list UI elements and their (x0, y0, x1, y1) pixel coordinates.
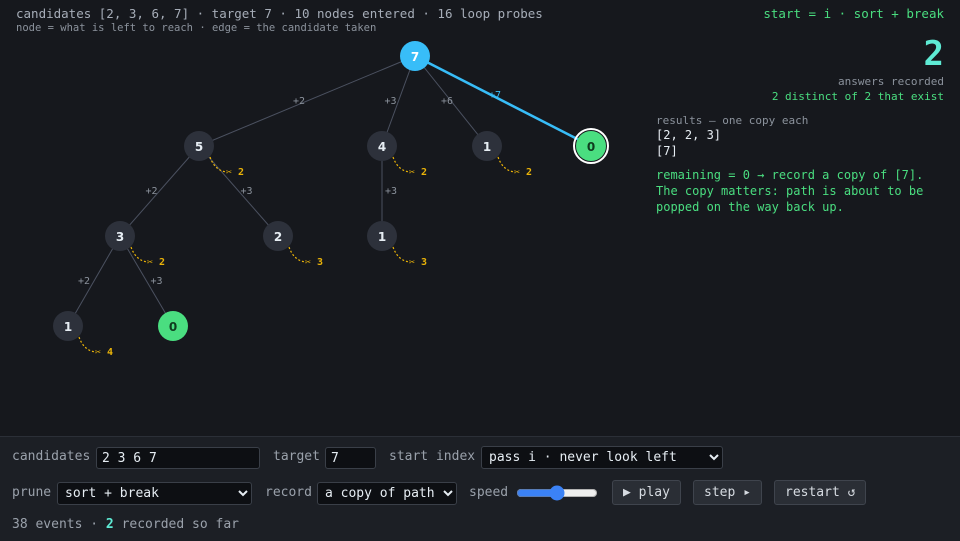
recorded-suffix: recorded so far (113, 517, 239, 532)
step-button[interactable]: step ▸ (693, 480, 762, 505)
tree-edge (119, 235, 174, 327)
tree-node: 7 (400, 41, 430, 71)
candidates-label: candidates (12, 449, 91, 464)
edge-label: +2 (78, 276, 90, 287)
prune-label: ✂ 3 (409, 257, 427, 268)
prune-select[interactable]: sort + break (57, 482, 252, 505)
node-label: 3 (116, 230, 124, 244)
event-footer: 38 events · 2 recorded so far (12, 517, 239, 532)
prune-marker (78, 336, 97, 353)
prune-label: ✂ 4 (95, 347, 113, 358)
node-label: 1 (378, 230, 386, 244)
prune-label: prune (12, 485, 52, 500)
prune-label: ✂ 2 (147, 257, 165, 268)
start-index-label: start index (389, 449, 476, 464)
control-bar: candidates target start index pass i · n… (0, 436, 960, 541)
edge-label: +3 (385, 186, 397, 197)
events-count: 38 events · (12, 517, 106, 532)
distinct-summary: 2 distinct of 2 that exist (771, 90, 944, 103)
edge-label: +2 (145, 186, 157, 197)
prune-label: ✂ 2 (409, 167, 427, 178)
node-label: 1 (64, 320, 72, 334)
edge-label: +3 (150, 276, 162, 287)
prune-label: ✂ 3 (305, 257, 323, 268)
answer-count: 2 (923, 34, 944, 74)
answer-count-label: answers recorded (838, 75, 944, 88)
edge-label: +7 (489, 90, 501, 101)
target-input[interactable] (325, 447, 376, 469)
recorded-count: 2 (105, 517, 114, 532)
prune-marker (392, 156, 411, 173)
tree-node: 1 (53, 311, 83, 341)
tree-node: 5 (184, 131, 214, 161)
tree-edge (198, 145, 279, 237)
tree-node: 1 (367, 221, 397, 251)
node-label: 0 (587, 140, 595, 154)
node-label: 5 (195, 140, 203, 154)
edge-label: +3 (240, 186, 252, 197)
tree-edge (67, 235, 121, 327)
target-label: target (273, 449, 320, 464)
step-note: remaining = 0 → record a copy of [7]. Th… (656, 168, 924, 214)
prune-marker (288, 246, 307, 263)
mode-indicator: start = i · sort + break (763, 6, 944, 21)
node-label: 2 (274, 230, 282, 244)
tree-node: 0 (158, 311, 188, 341)
result-item: [7] (656, 144, 678, 158)
prune-label: ✂ 2 (226, 167, 244, 178)
node-label: 1 (483, 140, 491, 154)
prune-marker (209, 156, 228, 173)
prune-marker (392, 246, 411, 263)
node-label: 0 (169, 320, 177, 334)
edge-label: +6 (441, 96, 453, 107)
result-item: [2, 2, 3] (656, 128, 722, 142)
results-title: results — one copy each (656, 114, 809, 127)
restart-button[interactable]: restart ↺ (774, 480, 867, 505)
recursion-tree: +2 +3 +6 +7 +2 +3 +3 +2 +3 ✂ 2 ✂ 2 ✂ 2 ✂ 2 ✂ 3 ✂ 3 ✂ 4 7… (53, 41, 609, 358)
speed-label: speed (469, 485, 509, 500)
tree-node: 1 (472, 131, 502, 161)
tree-node: 0 (573, 128, 609, 164)
node-label: 7 (411, 50, 419, 64)
edge-label: +3 (384, 96, 396, 107)
start-index-select[interactable]: pass i · never look left (481, 446, 723, 469)
record-label: record (265, 485, 312, 500)
record-select[interactable]: a copy of path (317, 482, 457, 505)
speed-slider[interactable] (516, 486, 598, 500)
play-button[interactable]: ▶ play (612, 480, 681, 505)
tree-node: 4 (367, 131, 397, 161)
tree-edge (119, 145, 200, 237)
prune-marker (497, 156, 516, 173)
prune-label: ✂ 2 (514, 167, 532, 178)
tree-node: 2 (263, 221, 293, 251)
tree-node: 3 (105, 221, 135, 251)
node-label: 4 (378, 140, 386, 154)
candidates-input[interactable] (96, 447, 260, 469)
edge-label: +2 (293, 96, 305, 107)
results-panel: results — one copy each [2, 2, 3] [7] (656, 114, 946, 159)
